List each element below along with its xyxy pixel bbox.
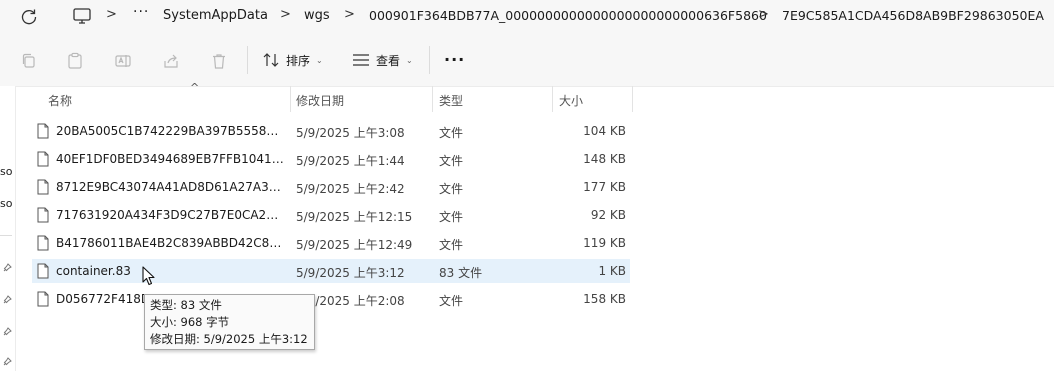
delete-icon[interactable] xyxy=(210,52,228,70)
file-row[interactable]: 8712E9BC43074A41AD8D61A27A34C... 5/9/202… xyxy=(32,175,630,199)
file-icon xyxy=(37,235,49,251)
file-icon xyxy=(37,207,49,223)
file-type: 文件 xyxy=(439,126,464,140)
toolbar-divider xyxy=(247,46,248,74)
file-type: 文件 xyxy=(439,182,464,196)
tooltip-size: 大小: 968 字节 xyxy=(150,315,230,329)
tooltip-type: 类型: 83 文件 xyxy=(150,298,222,312)
see-more-button[interactable]: ··· xyxy=(444,50,465,69)
view-icon xyxy=(353,54,369,66)
nav-item[interactable]: so xyxy=(0,165,12,178)
tooltip-date: 修改日期: 5/9/2025 上午3:12 xyxy=(150,332,308,346)
file-size: 104 KB xyxy=(583,124,626,138)
file-size: 92 KB xyxy=(590,208,626,222)
file-icon xyxy=(37,179,49,195)
file-row[interactable]: 20BA5005C1B742229BA397B555888E... 5/9/20… xyxy=(32,119,630,143)
nav-divider xyxy=(0,235,12,236)
file-name: container.83 xyxy=(56,264,131,278)
file-row[interactable]: 717631920A434F3D9C27B7E0CA21FB... 5/9/20… xyxy=(32,203,630,227)
column-header: ^ 名称 修改日期 类型 大小 xyxy=(32,81,633,112)
refresh-icon[interactable] xyxy=(18,6,40,28)
chevron-down-icon: ⌄ xyxy=(316,55,323,65)
column-divider[interactable] xyxy=(432,86,433,112)
breadcrumb-item[interactable]: SystemAppData xyxy=(163,8,268,23)
file-date: 5/9/2025 上午1:44 xyxy=(296,154,405,168)
column-type[interactable]: 类型 xyxy=(439,92,463,109)
pin-icon xyxy=(3,295,12,304)
pin-icon xyxy=(3,357,12,366)
rename-icon[interactable] xyxy=(114,52,132,70)
pin-icon xyxy=(3,263,12,272)
column-size[interactable]: 大小 xyxy=(559,92,583,109)
file-type: 文件 xyxy=(439,238,464,252)
breadcrumb-overflow-button[interactable]: ··· xyxy=(133,4,149,20)
file-size: 1 KB xyxy=(598,264,626,278)
breadcrumb-item[interactable]: wgs xyxy=(304,8,330,23)
file-row[interactable]: B41786011BAE4B2C839ABBD42C8F0... 5/9/202… xyxy=(32,231,630,255)
chevron-down-icon: ⌄ xyxy=(406,55,413,65)
file-date: 5/9/2025 上午3:08 xyxy=(296,126,405,140)
copy-icon[interactable] xyxy=(20,52,38,70)
file-date: 5/9/2025 上午12:49 xyxy=(296,238,413,252)
file-size: 148 KB xyxy=(583,152,626,166)
file-type: 文件 xyxy=(439,294,464,308)
breadcrumb-item[interactable]: 000901F364BDB77A_00000000000000000000000… xyxy=(369,8,767,23)
file-size: 177 KB xyxy=(583,180,626,194)
sort-icon xyxy=(263,53,279,67)
file-name: B41786011BAE4B2C839ABBD42C8F0... xyxy=(56,236,284,250)
chevron-right-icon: > xyxy=(280,7,291,22)
file-date: 5/9/2025 上午2:42 xyxy=(296,182,405,196)
share-icon[interactable] xyxy=(162,52,180,70)
file-name: 717631920A434F3D9C27B7E0CA21FB... xyxy=(56,208,284,222)
file-type: 文件 xyxy=(439,154,464,168)
view-label: 查看 xyxy=(376,53,401,68)
file-row[interactable]: D056772F418D 5/9/2025 上午2:08 文件 158 KB xyxy=(32,287,630,311)
breadcrumb-item[interactable]: 7E9C585A1CDA456D8AB9BF29863050EA xyxy=(782,8,1044,23)
mouse-cursor-icon xyxy=(142,266,155,286)
chevron-right-icon: > xyxy=(106,7,117,22)
paste-icon[interactable] xyxy=(66,52,84,70)
file-size: 158 KB xyxy=(583,292,626,306)
file-icon xyxy=(37,151,49,167)
file-icon xyxy=(37,291,49,307)
file-name: 20BA5005C1B742229BA397B555888E... xyxy=(56,124,284,138)
address-bar: > ··· SystemAppData > wgs > 000901F364BD… xyxy=(0,0,1054,34)
sort-button[interactable]: 排序 ⌄ xyxy=(262,49,323,71)
column-name[interactable]: 名称 xyxy=(48,92,72,109)
file-date: 5/9/2025 上午12:15 xyxy=(296,210,413,224)
column-date[interactable]: 修改日期 xyxy=(296,92,344,109)
file-type: 文件 xyxy=(439,210,464,224)
navigation-pane: so so xyxy=(0,86,16,371)
file-name: 8712E9BC43074A41AD8D61A27A34C... xyxy=(56,180,284,194)
sort-label: 排序 xyxy=(286,53,311,68)
toolbar-divider xyxy=(429,46,430,74)
column-divider[interactable] xyxy=(290,86,291,112)
file-tooltip: 类型: 83 文件 大小: 968 字节 修改日期: 5/9/2025 上午3:… xyxy=(144,294,315,350)
file-size: 119 KB xyxy=(583,236,626,250)
view-button[interactable]: 查看 ⌄ xyxy=(352,49,413,71)
column-divider[interactable] xyxy=(632,86,633,112)
file-row-hovered[interactable]: container.83 5/9/2025 上午3:12 83 文件 1 KB xyxy=(32,259,630,283)
pin-icon xyxy=(3,327,12,336)
file-date: 5/9/2025 上午3:12 xyxy=(296,266,405,280)
file-row[interactable]: 40EF1DF0BED3494689EB7FFB104113... 5/9/20… xyxy=(32,147,630,171)
file-icon xyxy=(37,263,49,279)
chevron-right-icon: > xyxy=(758,7,769,22)
this-pc-icon[interactable] xyxy=(72,6,92,26)
sort-ascending-icon: ^ xyxy=(190,81,200,94)
file-icon xyxy=(37,123,49,139)
column-divider[interactable] xyxy=(552,86,553,112)
chevron-right-icon: > xyxy=(344,7,355,22)
nav-item[interactable]: so xyxy=(0,197,12,210)
command-bar: 排序 ⌄ 查看 ⌄ ··· xyxy=(0,34,1054,87)
file-type: 83 文件 xyxy=(439,266,483,280)
file-name: 40EF1DF0BED3494689EB7FFB104113... xyxy=(56,152,284,166)
